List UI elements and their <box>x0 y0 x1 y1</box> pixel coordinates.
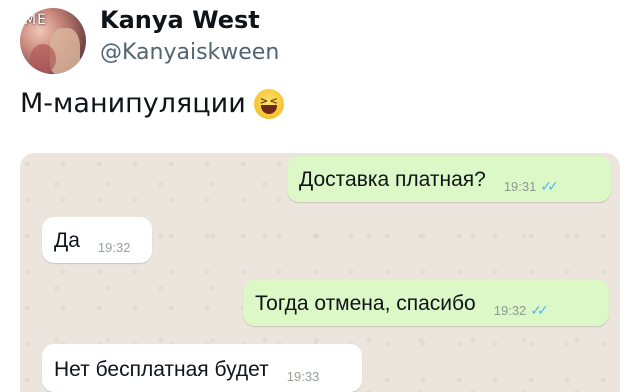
message-text: Да <box>54 229 80 252</box>
message-time: 19:31 <box>503 179 537 194</box>
tweet-text: М-манипуляции > < <box>20 88 284 119</box>
avatar-badge: ME <box>24 12 47 28</box>
message-text: Тогда отмена, спасибо <box>255 292 476 315</box>
display-name[interactable]: Kanya West <box>100 6 260 34</box>
avatar[interactable]: ME <box>20 8 86 74</box>
double-check-icon: ✓✓ <box>530 302 549 318</box>
message-text: Нет бесплатная будет <box>54 358 269 381</box>
user-handle[interactable]: @Kanyaiskween <box>100 40 279 65</box>
avatar-flowers <box>30 44 56 74</box>
message-time: 19:32 <box>97 240 131 255</box>
grinning-squinting-face-icon: > < <box>253 88 284 119</box>
message-bubble-outgoing[interactable]: Тогда отмена, спасибо 19:32 ✓✓ <box>243 280 609 326</box>
message-text: Доставка платная? <box>299 168 486 191</box>
message-bubble-incoming[interactable]: Да 19:32 <box>42 217 152 263</box>
double-check-icon: ✓✓ <box>540 178 559 194</box>
message-bubble-incoming[interactable]: Нет бесплатная будет 19:33 <box>42 344 362 392</box>
message-time: 19:33 <box>286 369 320 384</box>
chat-screenshot: Доставка платная? 19:31 ✓✓ Да 19:32 Тогд… <box>20 153 620 392</box>
message-time: 19:32 <box>493 303 527 318</box>
message-bubble-outgoing[interactable]: Доставка платная? 19:31 ✓✓ <box>287 156 611 202</box>
tweet-text-content: М-манипуляции <box>20 88 246 119</box>
avatar-figure <box>50 28 80 74</box>
